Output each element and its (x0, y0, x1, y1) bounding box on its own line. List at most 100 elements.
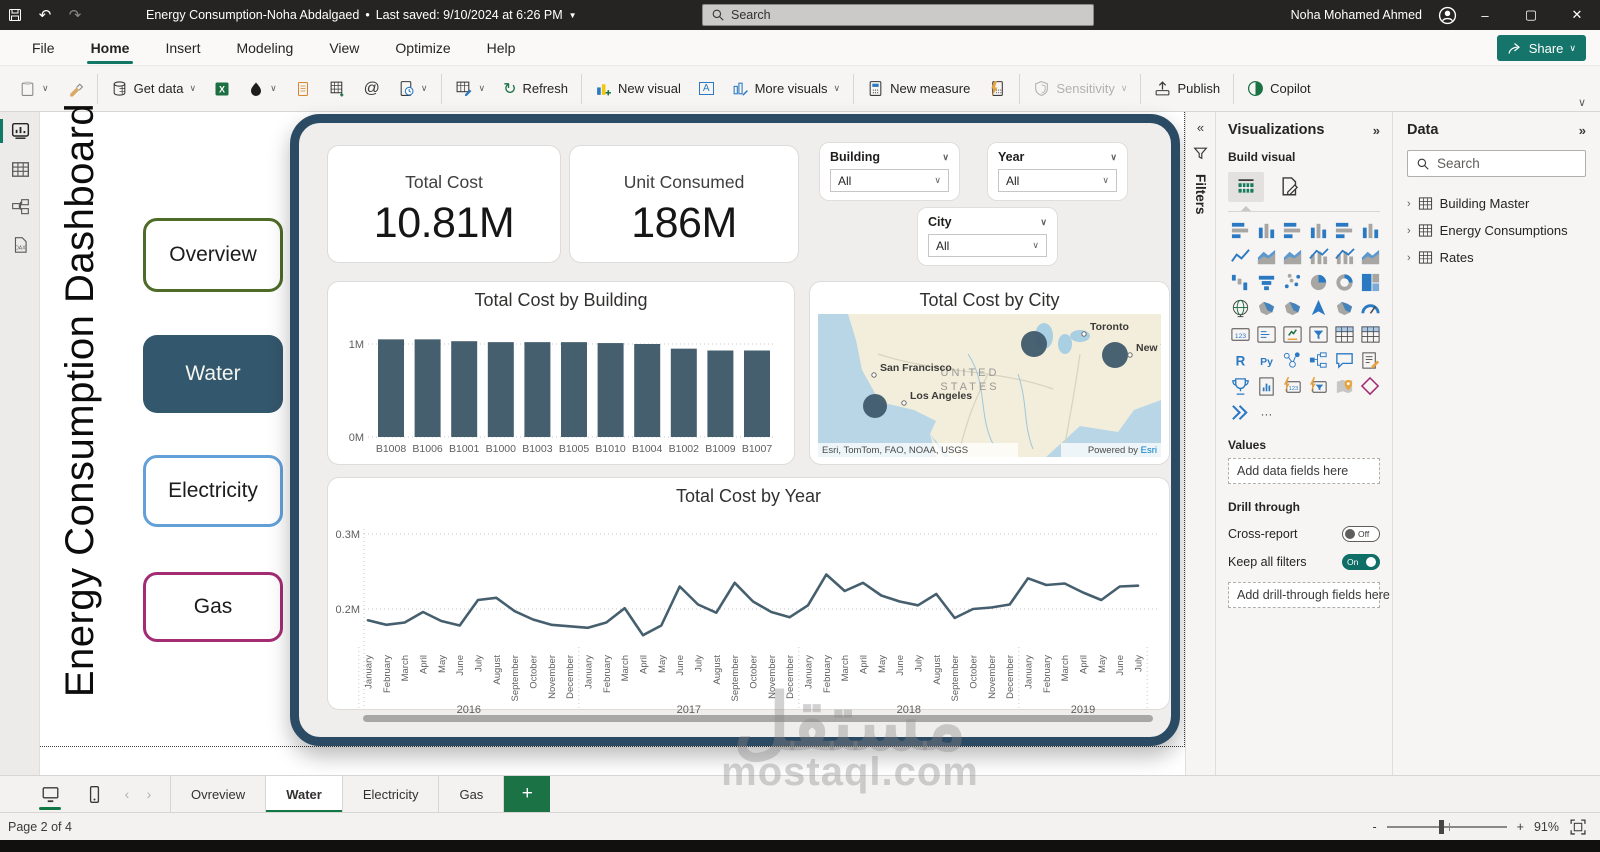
table-icon[interactable] (1332, 322, 1356, 346)
keep-all-filters-toggle[interactable]: On (1342, 554, 1380, 570)
gauge-icon[interactable] (1358, 296, 1382, 320)
kpi-card-total-cost[interactable]: Total Cost 10.81M (327, 145, 561, 263)
r-script-visual-icon[interactable]: R (1228, 348, 1252, 372)
treemap-icon[interactable] (1358, 270, 1382, 294)
page-tab-electricity[interactable]: Electricity (343, 775, 440, 813)
collapse-ribbon-icon[interactable]: ∨ (1578, 96, 1586, 109)
map-card[interactable]: Total Cost by City UNITED STATES San Franc… (809, 281, 1170, 465)
page-tab-ovreview[interactable]: Ovreview (171, 775, 267, 813)
next-page-arrow-icon[interactable]: › (138, 786, 160, 802)
maximize-button[interactable]: ▢ (1508, 0, 1554, 30)
enter-data-button[interactable] (320, 72, 355, 106)
redo-icon[interactable]: ↷ (60, 0, 90, 30)
share-button[interactable]: Share ∨ (1496, 35, 1586, 61)
chevron-down-icon[interactable]: ∨ (942, 152, 949, 163)
menu-item-modeling[interactable]: Modeling (218, 30, 311, 66)
slicer-building[interactable]: Building ∨ All ∨ (819, 142, 960, 201)
menu-item-view[interactable]: View (311, 30, 377, 66)
waterfall-chart-icon[interactable] (1228, 270, 1252, 294)
table-row-energy-consumptions[interactable]: › Energy Consumptions (1407, 218, 1586, 243)
menu-item-optimize[interactable]: Optimize (377, 30, 468, 66)
chevron-down-icon[interactable]: ∨ (1040, 217, 1047, 228)
slicer-dropdown[interactable]: All ∨ (830, 169, 949, 192)
values-field-well[interactable]: Add data fields here (1228, 458, 1380, 484)
azure-map-icon[interactable] (1306, 296, 1330, 320)
multi-row-card-icon[interactable] (1254, 322, 1278, 346)
avatar[interactable] (1432, 0, 1462, 30)
chevron-right-icon[interactable]: › (1407, 252, 1411, 264)
filled-map-icon[interactable] (1254, 296, 1278, 320)
save-icon[interactable] (0, 0, 30, 30)
line-and-stacked-column-chart-icon[interactable] (1306, 244, 1330, 268)
expand-filters-icon[interactable]: « (1197, 120, 1204, 135)
transform-data-button[interactable]: ∨ (446, 72, 495, 106)
smart-narrative-icon[interactable] (1358, 348, 1382, 372)
publish-button[interactable]: Publish (1145, 72, 1229, 106)
area-chart-icon[interactable] (1254, 244, 1278, 268)
line-and-clustered-column-chart-icon[interactable] (1332, 244, 1356, 268)
pie-chart-icon[interactable] (1306, 270, 1330, 294)
dax-view-button[interactable]: DAX (0, 226, 40, 264)
drill-through-field-well[interactable]: Add drill-through fields here (1228, 582, 1390, 608)
clustered-column-chart-icon[interactable] (1306, 218, 1330, 242)
nav-button-electricity[interactable]: Electricity (143, 455, 283, 527)
zoom-slider[interactable] (1386, 819, 1507, 834)
map-icon[interactable] (1228, 296, 1252, 320)
get-data-button[interactable]: Get data ∨ (102, 72, 205, 106)
line-chart-icon[interactable] (1228, 244, 1252, 268)
quick-create-slicer-icon[interactable] (1306, 374, 1330, 398)
desktop-layout-button[interactable] (28, 776, 72, 813)
format-visual-icon[interactable] (1278, 176, 1300, 198)
kpi-card-unit-consumed[interactable]: Unit Consumed 186M (569, 145, 799, 263)
funnel-chart-icon[interactable] (1254, 270, 1278, 294)
global-search-input[interactable]: Search (702, 4, 1094, 26)
chevron-right-icon[interactable]: › (1407, 225, 1411, 237)
zoom-out-button[interactable]: - (1372, 820, 1376, 834)
nav-button-gas[interactable]: Gas (143, 572, 283, 642)
donut-chart-icon[interactable] (1332, 270, 1356, 294)
table-row-building-master[interactable]: › Building Master (1407, 191, 1586, 216)
slicer-city[interactable]: City ∨ All ∨ (917, 207, 1058, 266)
recent-sources-button[interactable]: ∨ (389, 72, 437, 106)
user-name[interactable]: Noha Mohamed Ahmed (1291, 8, 1422, 22)
stacked-column-chart-icon[interactable] (1254, 218, 1278, 242)
mobile-layout-button[interactable] (72, 776, 116, 813)
kpi-icon[interactable] (1280, 322, 1304, 346)
data-search-input[interactable]: Search (1407, 150, 1586, 177)
report-canvas[interactable]: Energy Consumption Dashboard Overview Wat… (40, 103, 1185, 747)
cross-report-toggle[interactable]: Off (1342, 526, 1380, 542)
page-tab-water[interactable]: Water (266, 775, 343, 813)
clustered-bar-chart-icon[interactable] (1280, 218, 1304, 242)
slicer-dropdown[interactable]: All ∨ (928, 234, 1047, 257)
onelake-hub-button[interactable]: ∨ (239, 72, 286, 106)
slicer-year[interactable]: Year ∨ All ∨ (987, 142, 1128, 201)
qa-visual-icon[interactable] (1332, 348, 1356, 372)
new-page-button[interactable]: + (504, 775, 551, 813)
chevron-down-icon[interactable]: ∨ (1110, 152, 1117, 163)
paste-button[interactable]: ∨ (10, 72, 58, 106)
collapse-data-pane-icon[interactable]: » (1579, 123, 1586, 138)
100-stacked-bar-chart-icon[interactable] (1332, 218, 1356, 242)
excel-workbook-button[interactable]: X (205, 72, 239, 106)
sensitivity-button[interactable]: Sensitivity ∨ (1024, 72, 1136, 106)
python-visual-icon[interactable]: Py (1254, 348, 1278, 372)
new-measure-button[interactable]: New measure (858, 72, 979, 106)
nav-button-water[interactable]: Water (143, 335, 283, 413)
more-options-icon[interactable]: … (1254, 400, 1278, 424)
table-row-rates[interactable]: › Rates (1407, 245, 1586, 270)
100-stacked-column-chart-icon[interactable] (1358, 218, 1382, 242)
paginated-report-icon[interactable] (1254, 374, 1278, 398)
nav-button-overview[interactable]: Overview (143, 218, 283, 292)
model-view-button[interactable] (0, 188, 40, 226)
stacked-bar-chart-icon[interactable] (1228, 218, 1252, 242)
bar-chart-card[interactable]: Total Cost by Building 1M 0M B1008 B1006 B10… (327, 281, 795, 465)
power-automate-icon[interactable] (1228, 400, 1252, 424)
pinned-map-icon[interactable] (1332, 374, 1356, 398)
scatter-chart-icon[interactable] (1280, 270, 1304, 294)
menu-item-help[interactable]: Help (469, 30, 534, 66)
previous-page-arrow-icon[interactable]: ‹ (116, 786, 138, 802)
new-visual-button[interactable]: New visual (586, 72, 690, 106)
page-tab-gas[interactable]: Gas (439, 775, 505, 813)
report-view-button[interactable] (0, 112, 40, 150)
shape-map-icon[interactable] (1280, 296, 1304, 320)
